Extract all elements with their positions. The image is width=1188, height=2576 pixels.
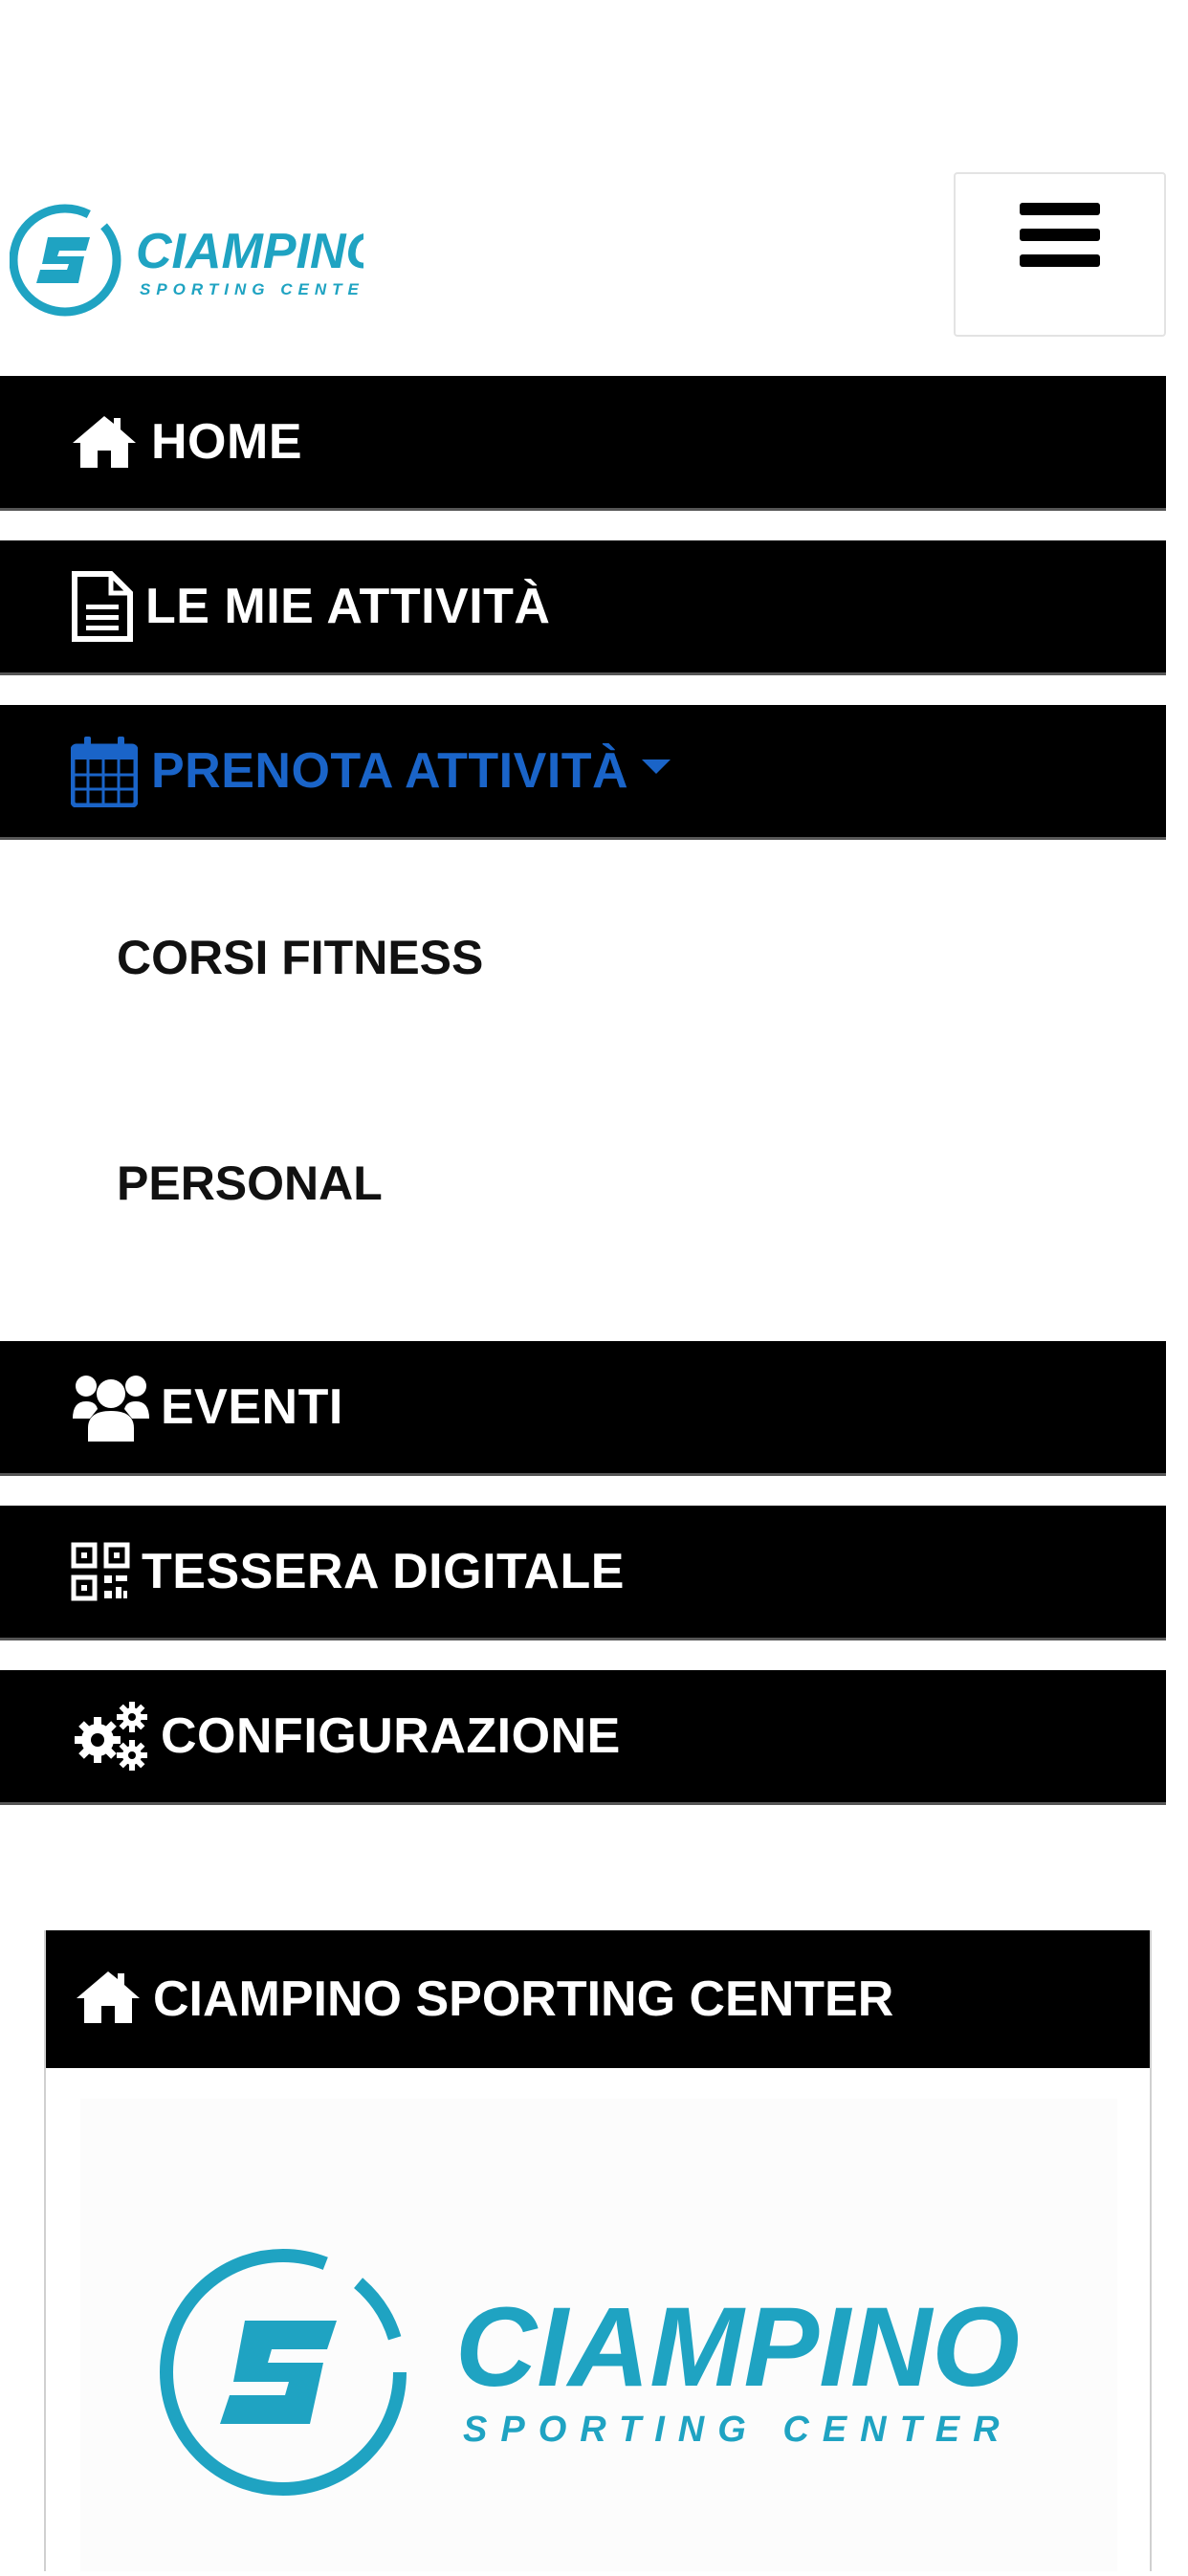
club-logo: CIAMPINO SPORTING CENTER <box>160 2249 1020 2496</box>
club-logo-tagline: SPORTING CENTER <box>463 2410 1013 2450</box>
home-icon <box>71 414 138 470</box>
submenu-item-corsi-fitness[interactable]: CORSI FITNESS <box>117 930 483 985</box>
nav-label-eventi: EVENTI <box>161 1379 343 1435</box>
hamburger-icon-bar <box>1020 254 1100 267</box>
club-card: CIAMPINO SPORTING CENTER CIAMPINO SPORTI… <box>44 1930 1152 2571</box>
qrcode-icon <box>71 1542 130 1601</box>
nav-label-prenota-attivita: PRENOTA ATTIVITÀ <box>151 742 671 800</box>
club-logo-image: CIAMPINO SPORTING CENTER <box>80 2099 1117 2571</box>
users-icon <box>71 1371 151 1443</box>
nav-item-configurazione[interactable]: CONFIGURAZIONE <box>0 1670 1166 1805</box>
nav-label-le-mie-attivita: LE MIE ATTIVITÀ <box>145 579 551 634</box>
submenu-item-personal[interactable]: PERSONAL <box>117 1156 383 1211</box>
brand-name: CIAMPINO <box>136 224 363 279</box>
card-header: CIAMPINO SPORTING CENTER <box>46 1930 1150 2068</box>
gears-icon <box>71 1700 151 1772</box>
file-text-icon <box>71 570 134 643</box>
nav-item-eventi[interactable]: EVENTI <box>0 1341 1166 1476</box>
home-icon <box>75 1970 142 2030</box>
brand-logo[interactable]: CIAMPINO SPORTING CENTER <box>10 203 363 318</box>
hamburger-icon <box>1020 203 1100 215</box>
nav-label-home: HOME <box>151 414 302 470</box>
nav-item-le-mie-attivita[interactable]: LE MIE ATTIVITÀ <box>0 540 1166 675</box>
card-title: CIAMPINO SPORTING CENTER <box>153 1971 894 2027</box>
nav-label-configurazione: CONFIGURAZIONE <box>161 1708 621 1764</box>
menu-toggle-button[interactable] <box>954 172 1166 337</box>
brand-tagline: SPORTING CENTER <box>140 280 363 298</box>
club-logo-name: CIAMPINO <box>455 2284 1020 2411</box>
nav-item-home[interactable]: HOME <box>0 376 1166 511</box>
calendar-icon <box>71 735 138 807</box>
nav-label-tessera-digitale: TESSERA DIGITALE <box>142 1544 625 1599</box>
nav-item-prenota-attivita[interactable]: PRENOTA ATTIVITÀ <box>0 705 1166 840</box>
chevron-down-icon <box>642 759 671 774</box>
nav-label-prenota-attivita-text: PRENOTA ATTIVITÀ <box>151 743 629 799</box>
nav-item-tessera-digitale[interactable]: TESSERA DIGITALE <box>0 1506 1166 1640</box>
hamburger-icon-bar <box>1020 229 1100 241</box>
